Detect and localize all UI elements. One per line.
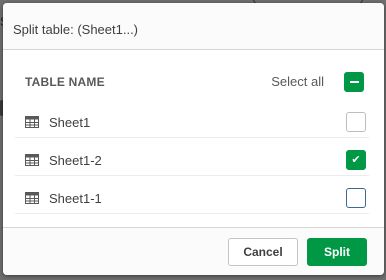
minus-icon (350, 81, 359, 83)
cancel-button[interactable]: Cancel (228, 238, 298, 266)
table-row: Sheet1-2 ✔ (15, 145, 369, 176)
dialog-title: Split table: (Sheet1...) (13, 22, 139, 37)
split-table-dialog: Split table: (Sheet1...) TABLE NAME Sele… (3, 3, 384, 275)
table-name: Sheet1 (49, 115, 91, 130)
split-button[interactable]: Split (307, 238, 367, 266)
table-icon (25, 116, 39, 128)
select-all-checkbox[interactable] (344, 72, 364, 92)
table-row: Sheet1-1 (15, 183, 369, 214)
row-checkbox[interactable] (346, 112, 366, 132)
dialog-content: TABLE NAME Select all Sheet1 Sheet1-2 ✔ … (3, 50, 384, 227)
table-icon (25, 192, 39, 204)
dialog-footer: Cancel Split (3, 227, 384, 275)
table-icon (25, 154, 39, 166)
row-checkbox[interactable]: ✔ (346, 150, 366, 170)
table-row: Sheet1 (15, 107, 369, 138)
table-name: Sheet1-2 (49, 153, 102, 168)
dialog-header: Split table: (Sheet1...) (3, 3, 384, 50)
row-checkbox[interactable] (346, 188, 366, 208)
check-icon: ✔ (351, 153, 361, 166)
select-all-label: Select all (271, 74, 324, 89)
table-name-column-header: TABLE NAME (25, 75, 105, 89)
table-name: Sheet1-1 (49, 191, 102, 206)
